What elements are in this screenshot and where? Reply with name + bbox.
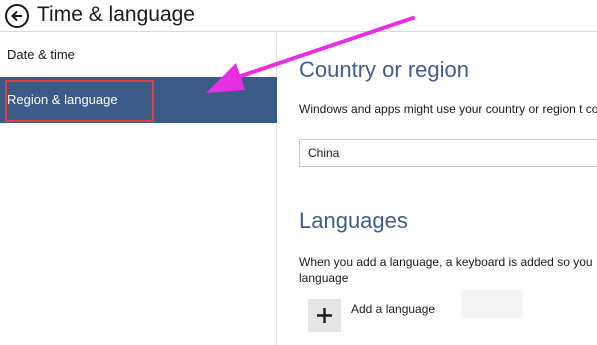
back-button[interactable] bbox=[5, 4, 29, 28]
annotation-highlight-box bbox=[5, 80, 154, 122]
add-language-tile[interactable] bbox=[308, 299, 341, 332]
sidebar-item-date-time[interactable]: Date & time bbox=[0, 33, 277, 77]
add-language-label: Add a language bbox=[351, 302, 436, 316]
languages-heading: Languages bbox=[299, 208, 408, 233]
plus-icon bbox=[317, 308, 332, 323]
blurred-patch bbox=[461, 290, 523, 318]
country-select[interactable]: China bbox=[299, 139, 597, 167]
back-arrow-icon bbox=[11, 10, 22, 22]
main-content: Country or region Windows and apps might… bbox=[278, 32, 597, 345]
country-region-description: Windows and apps might use your country … bbox=[299, 102, 597, 116]
sidebar: Date & time Region & language bbox=[0, 32, 277, 345]
page-title: Time & language bbox=[37, 3, 195, 26]
country-region-heading: Country or region bbox=[299, 57, 469, 82]
languages-description: When you add a language, a keyboard is a… bbox=[299, 255, 593, 285]
title-bar: Time & language bbox=[0, 0, 597, 30]
